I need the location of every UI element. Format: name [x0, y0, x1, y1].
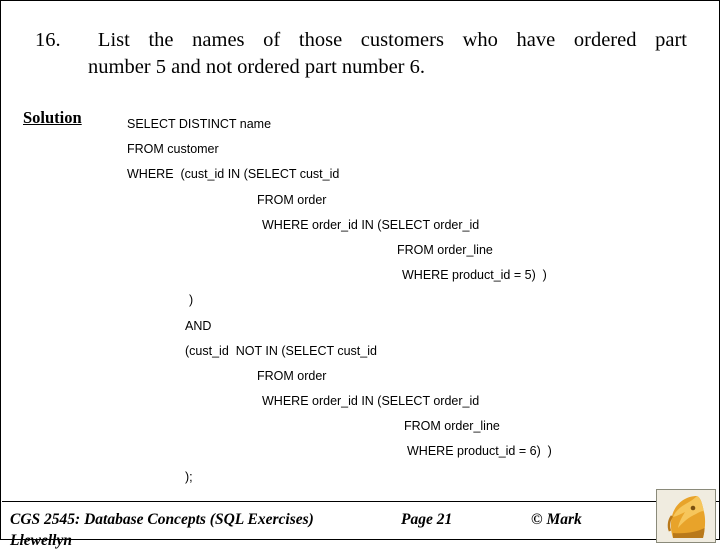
sql-line: SELECT DISTINCT name — [127, 117, 272, 131]
question-text: 16. List the names of those customers wh… — [35, 27, 687, 81]
sql-line: FROM order_line — [404, 419, 500, 434]
footer-author-wrap: Llewellyn — [10, 532, 72, 549]
sql-line: FROM customer — [127, 142, 219, 157]
sql-line: WHERE order_id IN (SELECT order_id — [262, 394, 480, 409]
slide: 16. List the names of those customers wh… — [0, 0, 720, 549]
solution-label: Solution — [23, 108, 82, 127]
sql-line: WHERE (cust_id IN (SELECT cust_id — [127, 167, 340, 182]
sql-line: WHERE order_id IN (SELECT order_id — [262, 217, 480, 232]
sql-line: WHERE product_id = 5) ) — [402, 268, 547, 283]
sql-line: ); — [185, 469, 193, 484]
footer-copyright: © Mark — [531, 511, 582, 528]
knight-chess-logo — [656, 489, 716, 543]
sql-line: FROM order — [257, 192, 327, 207]
footer: CGS 2545: Database Concepts (SQL Exercis… — [1, 504, 720, 549]
knight-chess-icon — [657, 490, 715, 542]
sql-line: FROM order — [257, 368, 327, 383]
sql-line: FROM order_line — [397, 242, 493, 257]
question-line-2: number 5 and not ordered part number 6. — [88, 56, 426, 78]
sql-line: ) — [189, 293, 194, 308]
question-line-1-text: List the names of those customers who ha… — [97, 29, 687, 51]
question-line-1: 16. List the names of those customers wh… — [35, 27, 687, 54]
sql-code-block: SELECT DISTINCT name FROM customer WHERE… — [127, 112, 687, 490]
sql-line: WHERE product_id = 6) ) — [407, 444, 552, 459]
footer-course-title: CGS 2545: Database Concepts (SQL Exercis… — [10, 511, 314, 550]
sql-line: AND — [185, 318, 212, 333]
footer-divider — [2, 501, 720, 502]
footer-page-number: Page 21 — [401, 511, 453, 528]
question-number: 16. — [35, 29, 61, 51]
footer-course-title-text: CGS 2545: Database Concepts (SQL Exercis… — [10, 511, 314, 528]
sql-line: (cust_id NOT IN (SELECT cust_id — [185, 343, 377, 358]
